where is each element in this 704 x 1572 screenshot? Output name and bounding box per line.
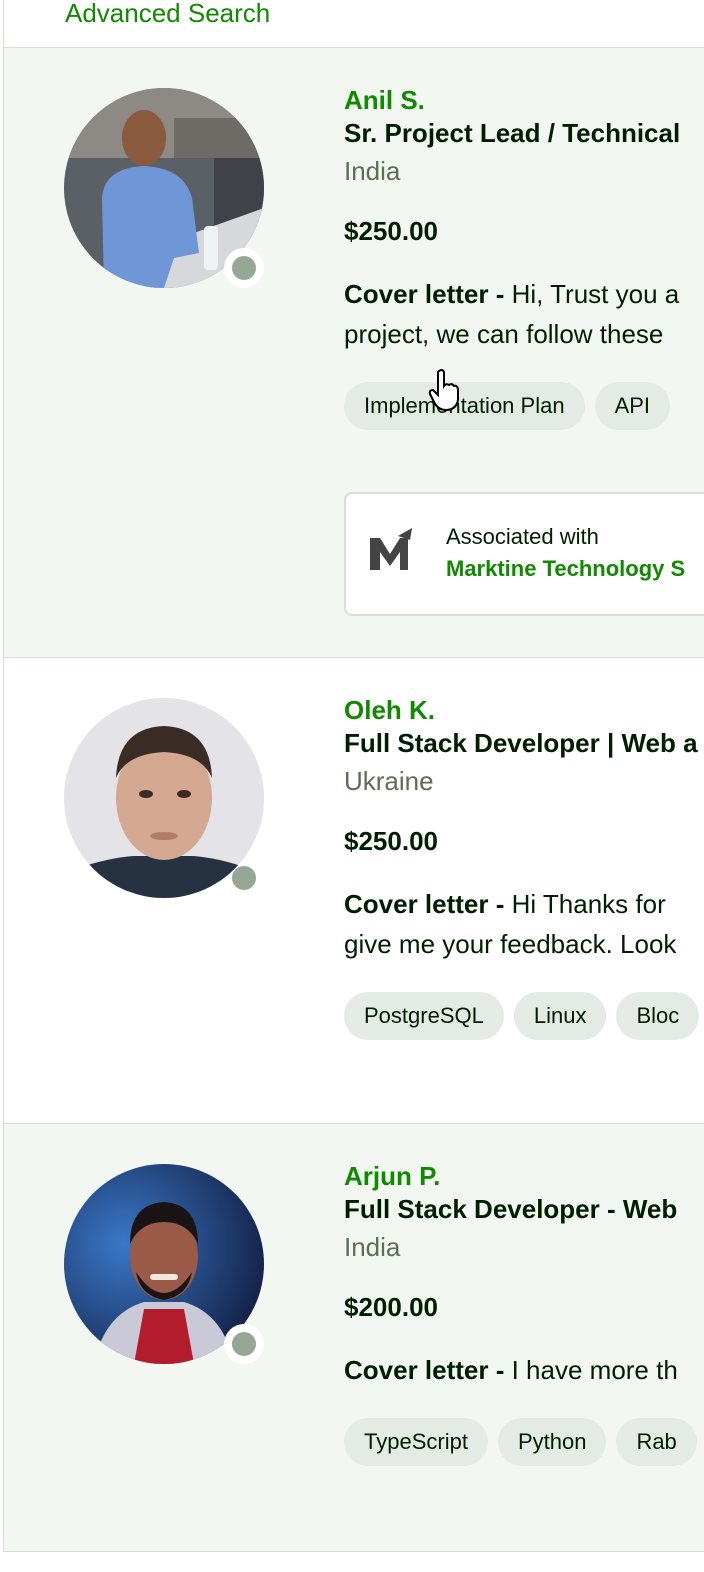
cover-letter[interactable]: Cover letter - Hi, Trust you a project, … [344, 274, 704, 354]
avatar[interactable] [64, 698, 264, 898]
skill-chip[interactable]: Bloc [616, 992, 700, 1040]
cover-letter-label: Cover letter - [344, 889, 512, 919]
freelancer-row[interactable]: Arjun P. Full Stack Developer - Web Indi… [4, 1123, 704, 1551]
agency-name[interactable]: Marktine Technology S [446, 556, 685, 582]
freelancer-row[interactable]: Anil S. Sr. Project Lead / Technical Ind… [4, 47, 704, 658]
skill-list: Implementation Plan API [344, 382, 704, 430]
proposals-list: Advanced Search Anil S. Sr. Project Lead… [3, 0, 704, 1552]
cover-letter[interactable]: Cover letter - I have more th [344, 1350, 704, 1390]
freelancer-country: India [344, 156, 401, 186]
freelancer-row[interactable]: Oleh K. Full Stack Developer | Web a Ukr… [4, 657, 704, 1124]
freelancer-title: Full Stack Developer | Web a [344, 728, 698, 758]
freelancer-title: Full Stack Developer - Web [344, 1194, 678, 1224]
freelancer-country: Ukraine [344, 766, 434, 796]
cover-letter-text: give me your feedback. Look [344, 929, 677, 959]
skill-chip[interactable]: API [594, 382, 671, 430]
freelancer-title: Sr. Project Lead / Technical [344, 118, 681, 148]
cover-letter-text: project, we can follow these [344, 319, 664, 349]
bid-amount: $250.00 [344, 216, 438, 246]
freelancer-country: India [344, 1232, 401, 1262]
agency-card[interactable]: Associated with Marktine Technology S [344, 492, 704, 616]
skill-list: TypeScript Python Rab [344, 1418, 704, 1466]
bid-amount: $200.00 [344, 1292, 438, 1322]
cover-letter-label: Cover letter - [344, 1355, 512, 1385]
skill-chip[interactable]: Implementation Plan [344, 382, 585, 430]
avatar[interactable] [64, 88, 264, 288]
freelancer-name[interactable]: Anil S. [344, 84, 704, 116]
avatar[interactable] [64, 1164, 264, 1364]
cover-letter-text: I have more th [511, 1355, 678, 1385]
cover-letter[interactable]: Cover letter - Hi Thanks for give me you… [344, 884, 704, 964]
freelancer-name[interactable]: Oleh K. [344, 694, 704, 726]
status-indicator [224, 248, 264, 288]
advanced-search-link[interactable]: Advanced Search [65, 0, 270, 31]
cover-letter-label: Cover letter - [344, 279, 512, 309]
freelancer-name[interactable]: Arjun P. [344, 1160, 704, 1192]
skill-chip[interactable]: TypeScript [344, 1418, 488, 1466]
skill-list: PostgreSQL Linux Bloc [344, 992, 704, 1040]
bid-amount: $250.00 [344, 826, 438, 856]
cover-letter-text: Hi Thanks for [511, 889, 666, 919]
skill-chip[interactable]: Linux [513, 992, 607, 1040]
status-indicator [228, 862, 260, 894]
skill-chip[interactable]: Rab [616, 1418, 697, 1466]
status-indicator [224, 1324, 264, 1364]
agency-label: Associated with [446, 524, 599, 549]
skill-chip[interactable]: PostgreSQL [344, 992, 504, 1040]
agency-logo-icon [370, 528, 412, 570]
cover-letter-text: Hi, Trust you a [511, 279, 680, 309]
skill-chip[interactable]: Python [497, 1418, 607, 1466]
